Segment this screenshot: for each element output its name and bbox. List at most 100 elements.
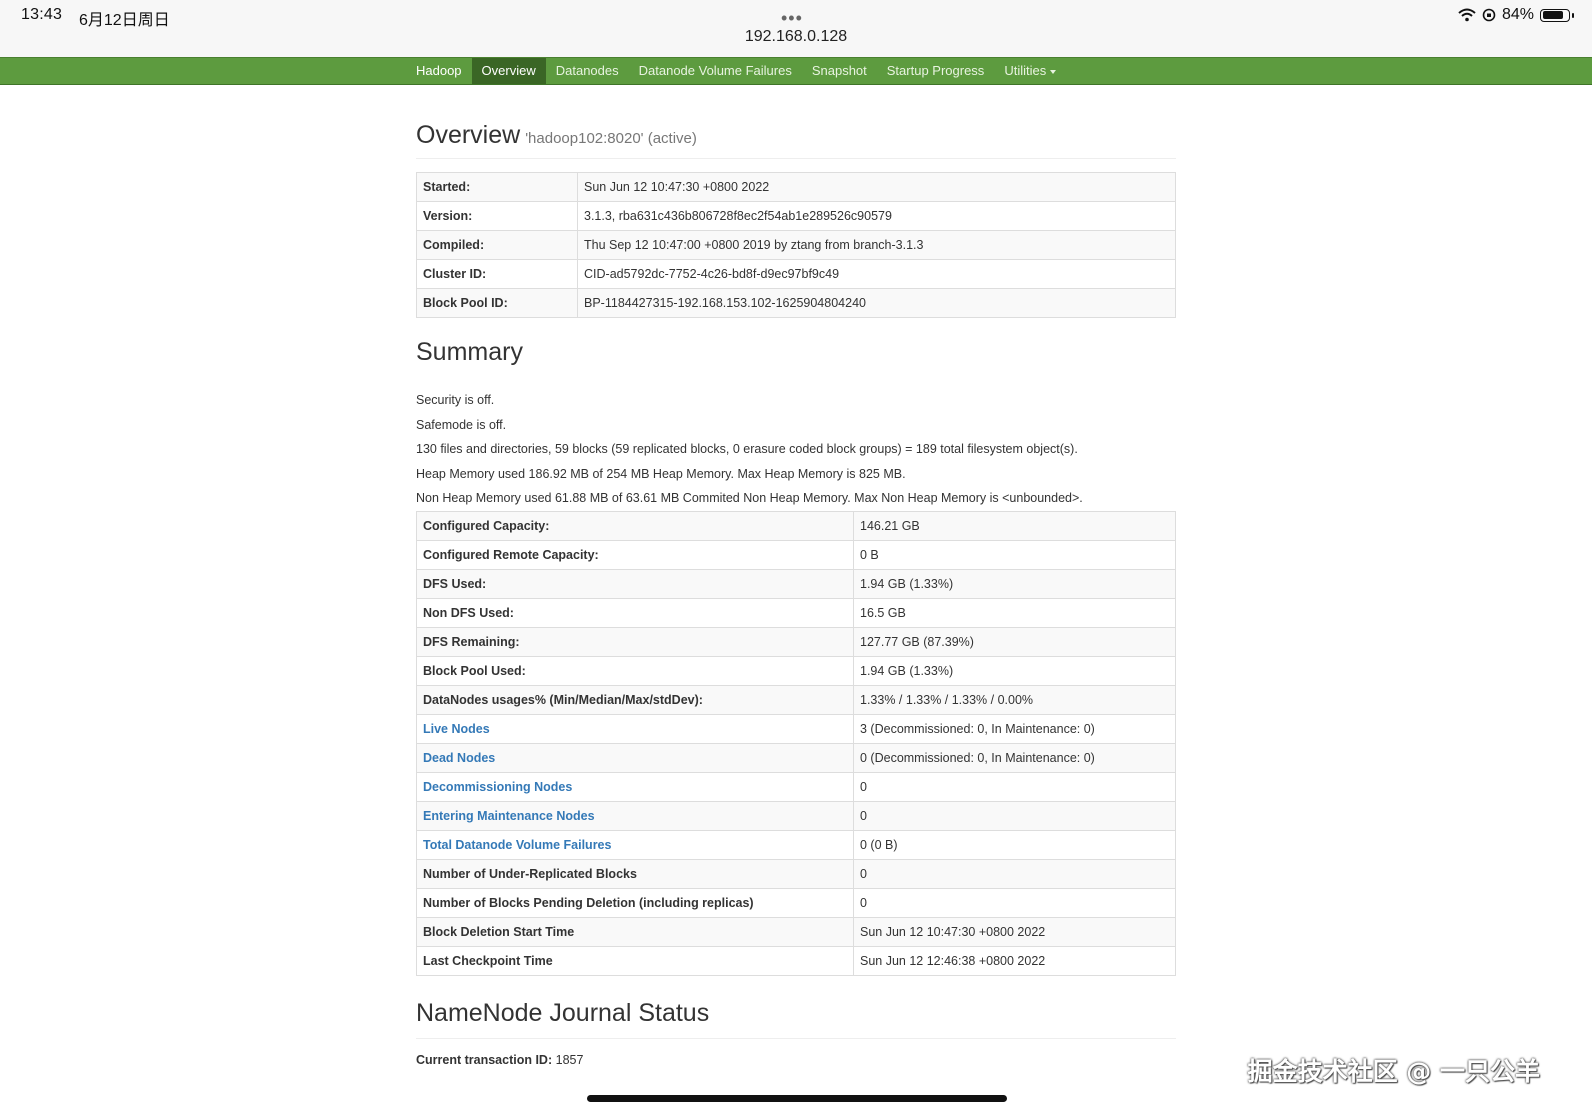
- summary-row-value: 0 (0 B): [853, 829, 1176, 860]
- overview-row-value: Sun Jun 12 10:47:30 +0800 2022: [577, 172, 1176, 202]
- overview-row-label: Cluster ID:: [416, 259, 578, 289]
- overview-row-value: CID-ad5792dc-7752-4c26-bd8f-d9ec97bf9c49: [577, 259, 1176, 289]
- summary-row-link[interactable]: Entering Maintenance Nodes: [423, 809, 595, 823]
- address-bar-url[interactable]: 192.168.0.128: [0, 28, 1592, 46]
- summary-row: DataNodes usages% (Min/Median/Max/stdDev…: [416, 684, 1176, 715]
- summary-row-label: DFS Used:: [416, 568, 854, 599]
- overview-header: Overview'hadoop102:8020' (active): [416, 121, 1176, 159]
- summary-row-link[interactable]: Decommissioning Nodes: [423, 780, 572, 794]
- summary-row-value: 0: [853, 800, 1176, 831]
- summary-line: Security is off.: [416, 393, 495, 407]
- summary-row-value: 0: [853, 887, 1176, 918]
- summary-row: Block Deletion Start Time Sun Jun 12 10:4…: [416, 916, 1176, 947]
- summary-line: Non Heap Memory used 61.88 MB of 63.61 M…: [416, 491, 1083, 505]
- summary-row-label: Decommissioning Nodes: [416, 771, 854, 802]
- summary-row-label: Number of Blocks Pending Deletion (inclu…: [416, 887, 854, 918]
- overview-table: Started: Sun Jun 12 10:47:30 +0800 2022 Ve…: [416, 172, 1176, 318]
- overview-row-value: Thu Sep 12 10:47:00 +0800 2019 by ztang …: [577, 230, 1176, 260]
- summary-row: DFS Used: 1.94 GB (1.33%): [416, 568, 1176, 599]
- summary-row: Decommissioning Nodes 0: [416, 771, 1176, 802]
- summary-row-label: Non DFS Used:: [416, 597, 854, 628]
- more-dots-icon[interactable]: •••: [781, 8, 803, 29]
- battery-percent: 84%: [1501, 6, 1534, 23]
- overview-subtitle: 'hadoop102:8020' (active): [525, 130, 697, 147]
- status-date: 6月12日周日: [79, 12, 170, 29]
- wifi-icon: [1458, 8, 1476, 22]
- nav-startup-progress[interactable]: Startup Progress: [877, 58, 995, 84]
- summary-row-value: 0: [853, 771, 1176, 802]
- summary-row-value: 1.94 GB (1.33%): [853, 568, 1176, 599]
- summary-row-value: 3 (Decommissioned: 0, In Maintenance: 0): [853, 713, 1176, 744]
- summary-row-value: Sun Jun 12 12:46:38 +0800 2022: [853, 945, 1176, 976]
- journal-header: NameNode Journal Status: [416, 999, 1176, 1039]
- summary-row-label: Last Checkpoint Time: [416, 945, 854, 976]
- summary-row-link[interactable]: Total Datanode Volume Failures: [423, 838, 611, 852]
- summary-table: Configured Capacity: 146.21 GB Configured …: [416, 510, 1176, 976]
- overview-row-label: Compiled:: [416, 230, 578, 260]
- summary-row: Live Nodes 3 (Decommissioned: 0, In Maint…: [416, 713, 1176, 744]
- home-indicator[interactable]: [587, 1095, 1007, 1102]
- nav-utilities-dropdown[interactable]: Utilities: [994, 58, 1066, 84]
- caret-down-icon: [1050, 69, 1057, 74]
- overview-row: Compiled: Thu Sep 12 10:47:00 +0800 2019 …: [416, 230, 1176, 260]
- overview-row: Version: 3.1.3, rba631c436b806728f8ec2f54…: [416, 201, 1176, 231]
- summary-row-label: Number of Under-Replicated Blocks: [416, 858, 854, 889]
- overview-row-label: Started:: [416, 172, 578, 202]
- nav-utilities-label: Utilities: [1004, 63, 1047, 78]
- nav-snapshot[interactable]: Snapshot: [802, 58, 877, 84]
- summary-row-value: 1.94 GB (1.33%): [853, 655, 1176, 686]
- summary-row-label: DFS Remaining:: [416, 626, 854, 657]
- nav-datanodes[interactable]: Datanodes: [546, 58, 629, 84]
- summary-title: Summary: [416, 338, 523, 366]
- overview-row-value: BP-1184427315-192.168.153.102-1625904804…: [577, 288, 1176, 318]
- summary-line: 130 files and directories, 59 blocks (59…: [416, 442, 1078, 456]
- summary-row-value: 127.77 GB (87.39%): [853, 626, 1176, 657]
- summary-line: Heap Memory used 186.92 MB of 254 MB Hea…: [416, 466, 906, 481]
- journal-title: NameNode Journal Status: [416, 998, 710, 1027]
- nav-overview[interactable]: Overview: [471, 58, 546, 84]
- summary-row: DFS Remaining: 127.77 GB (87.39%): [416, 626, 1176, 657]
- summary-row: Total Datanode Volume Failures 0 (0 B): [416, 829, 1176, 860]
- overview-row-label: Version:: [416, 201, 578, 231]
- summary-row: Entering Maintenance Nodes 0: [416, 800, 1176, 831]
- summary-row: Number of Blocks Pending Deletion (inclu…: [416, 887, 1176, 918]
- summary-row-link[interactable]: Live Nodes: [423, 722, 490, 736]
- summary-row-value: 146.21 GB: [853, 510, 1176, 541]
- summary-row-value: 16.5 GB: [853, 597, 1176, 628]
- summary-row-value: 0 (Decommissioned: 0, In Maintenance: 0): [853, 742, 1176, 773]
- overview-row: Cluster ID: CID-ad5792dc-7752-4c26-bd8f-d…: [416, 259, 1176, 289]
- overview-row-value: 3.1.3, rba631c436b806728f8ec2f54ab1e2895…: [577, 201, 1176, 231]
- nav-brand-hadoop[interactable]: Hadoop: [406, 58, 472, 84]
- summary-row: Block Pool Used: 1.94 GB (1.33%): [416, 655, 1176, 686]
- summary-row-link[interactable]: Dead Nodes: [423, 751, 495, 765]
- main-content: Overview'hadoop102:8020' (active) Starte…: [416, 85, 1176, 1067]
- summary-row-value: 0 B: [853, 539, 1176, 570]
- summary-row-label: Total Datanode Volume Failures: [416, 829, 854, 860]
- status-bar: 13:43 6月12日周日 ••• 192.168.0.128 84%: [0, 0, 1592, 57]
- summary-row-label: Configured Remote Capacity:: [416, 539, 854, 570]
- navbar: Hadoop Overview Datanodes Datanode Volum…: [0, 57, 1592, 85]
- summary-row: Number of Under-Replicated Blocks 0: [416, 858, 1176, 889]
- status-indicators: 84%: [1458, 6, 1574, 24]
- summary-row: Configured Capacity: 146.21 GB: [416, 510, 1176, 541]
- overview-row: Block Pool ID: BP-1184427315-192.168.153.…: [416, 288, 1176, 318]
- journal-txid: Current transaction ID: 1857: [416, 1053, 1176, 1067]
- summary-row-label: Entering Maintenance Nodes: [416, 800, 854, 831]
- summary-header: Summary: [416, 338, 1176, 367]
- summary-row: Last Checkpoint Time Sun Jun 12 12:46:38 …: [416, 945, 1176, 976]
- summary-text: Security is off. Safemode is off. 130 file…: [416, 388, 1176, 511]
- orientation-lock-icon: [1482, 8, 1496, 22]
- summary-row-value: 1.33% / 1.33% / 1.33% / 0.00%: [853, 684, 1176, 715]
- nav-datanode-volume-failures[interactable]: Datanode Volume Failures: [629, 58, 802, 84]
- summary-row-label: DataNodes usages% (Min/Median/Max/stdDev…: [416, 684, 854, 715]
- status-time: 13:43: [21, 6, 63, 23]
- summary-row-label: Dead Nodes: [416, 742, 854, 773]
- overview-row: Started: Sun Jun 12 10:47:30 +0800 2022: [416, 172, 1176, 202]
- summary-row-label: Block Deletion Start Time: [416, 916, 854, 947]
- summary-row-label: Block Pool Used:: [416, 655, 854, 686]
- journal-txid-label: Current transaction ID:: [416, 1052, 553, 1067]
- summary-row: Configured Remote Capacity: 0 B: [416, 539, 1176, 570]
- watermark: 掘金技术社区 @ 一只公羊: [1247, 1057, 1540, 1086]
- journal-txid-value: 1857: [555, 1052, 584, 1067]
- summary-row: Dead Nodes 0 (Decommissioned: 0, In Maint…: [416, 742, 1176, 773]
